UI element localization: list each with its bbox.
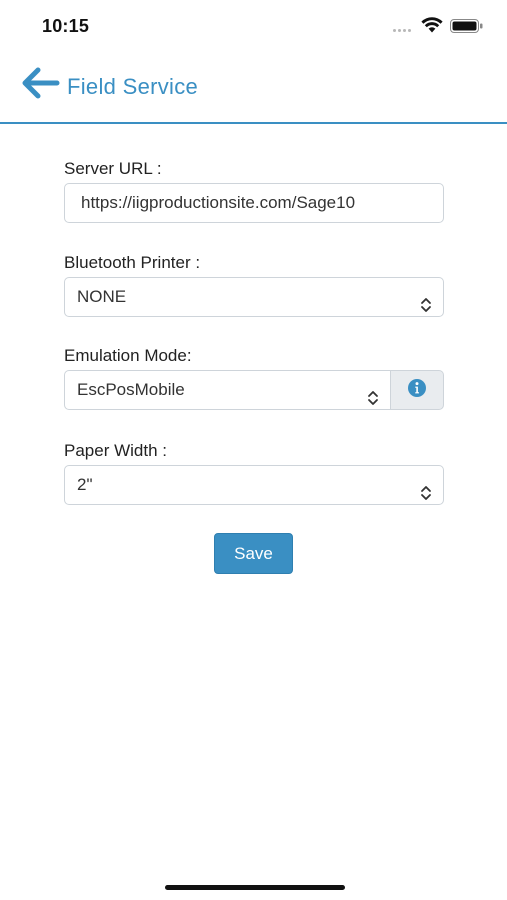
paper-width-select[interactable]: 2": [64, 465, 444, 505]
chevron-up-down-icon: [420, 289, 432, 312]
emulation-mode-select[interactable]: EscPosMobile: [64, 370, 391, 410]
info-circle-icon: [407, 378, 427, 403]
emulation-mode-label: Emulation Mode:: [64, 346, 192, 365]
bluetooth-printer-value: NONE: [77, 287, 127, 306]
chevron-up-down-icon: [367, 382, 379, 405]
server-url-label: Server URL :: [64, 159, 162, 178]
emulation-info-button[interactable]: [391, 370, 444, 410]
bluetooth-printer-select[interactable]: NONE: [64, 277, 444, 317]
battery-icon: [450, 19, 483, 33]
status-time: 10:15: [42, 16, 90, 36]
app-header: Field Service: [0, 54, 507, 124]
chevron-up-down-icon: [420, 477, 432, 500]
status-bar: 10:15: [0, 0, 507, 54]
paper-width-value: 2": [77, 475, 93, 494]
page-title: Field Service: [67, 74, 199, 99]
signal-dots-icon: [393, 29, 415, 33]
save-button[interactable]: Save: [214, 533, 293, 574]
bluetooth-printer-label: Bluetooth Printer :: [64, 253, 201, 272]
emulation-mode-group: EscPosMobile: [64, 370, 444, 410]
back-button[interactable]: [18, 67, 62, 104]
paper-width-label: Paper Width :: [64, 441, 167, 460]
wifi-icon: [421, 17, 443, 33]
arrow-left-icon: [20, 67, 60, 104]
server-url-input[interactable]: [64, 183, 444, 223]
settings-form: Server URL : Bluetooth Printer : NONE Em…: [64, 158, 444, 505]
home-indicator[interactable]: [165, 885, 345, 890]
emulation-mode-value: EscPosMobile: [77, 380, 185, 399]
